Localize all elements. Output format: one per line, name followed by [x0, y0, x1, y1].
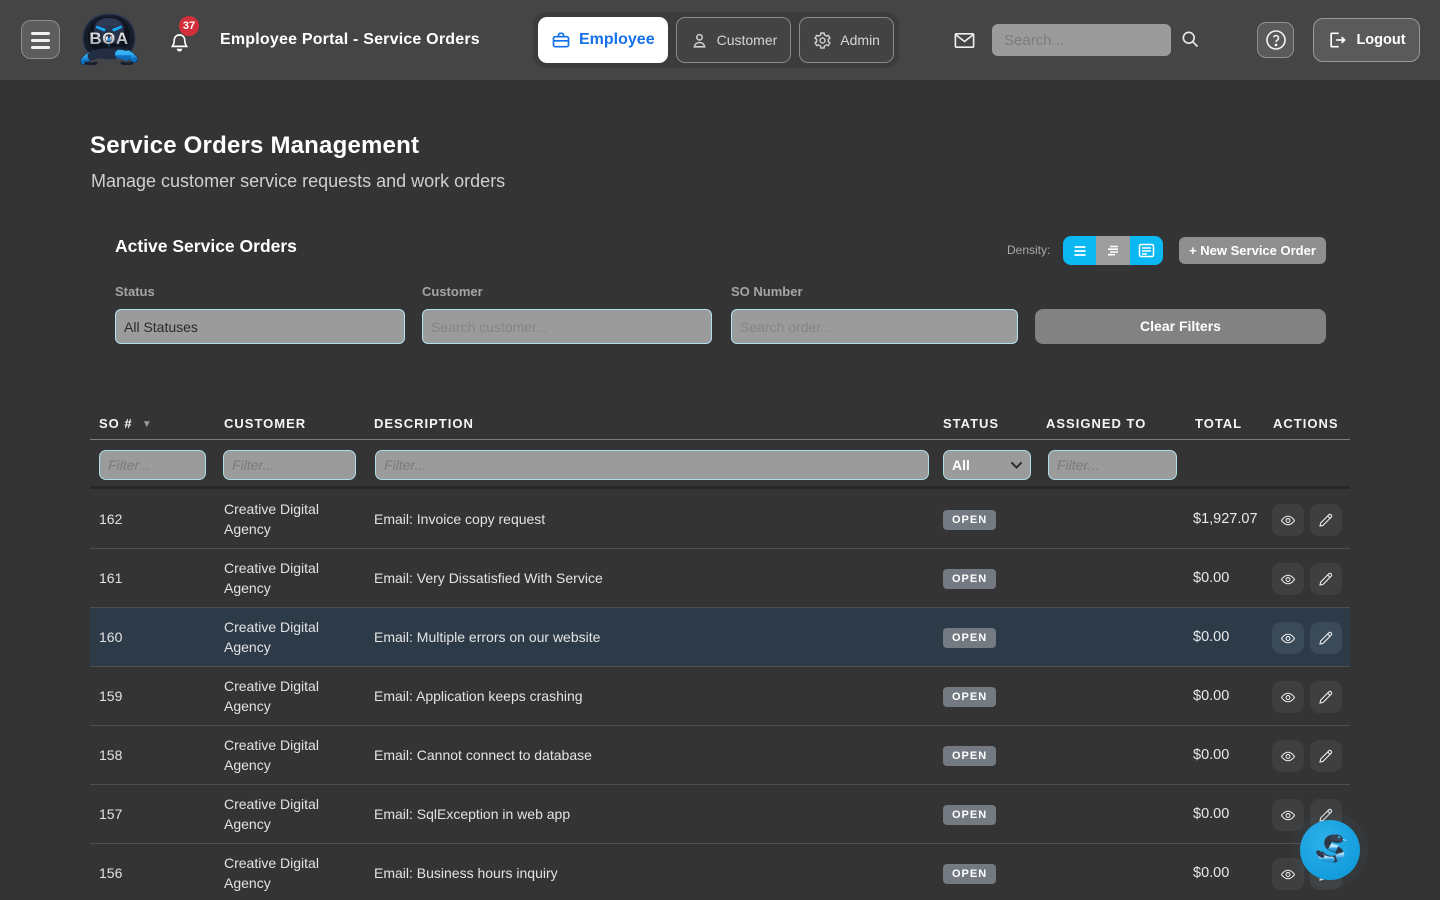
- svg-text:BOA: BOA: [89, 29, 128, 48]
